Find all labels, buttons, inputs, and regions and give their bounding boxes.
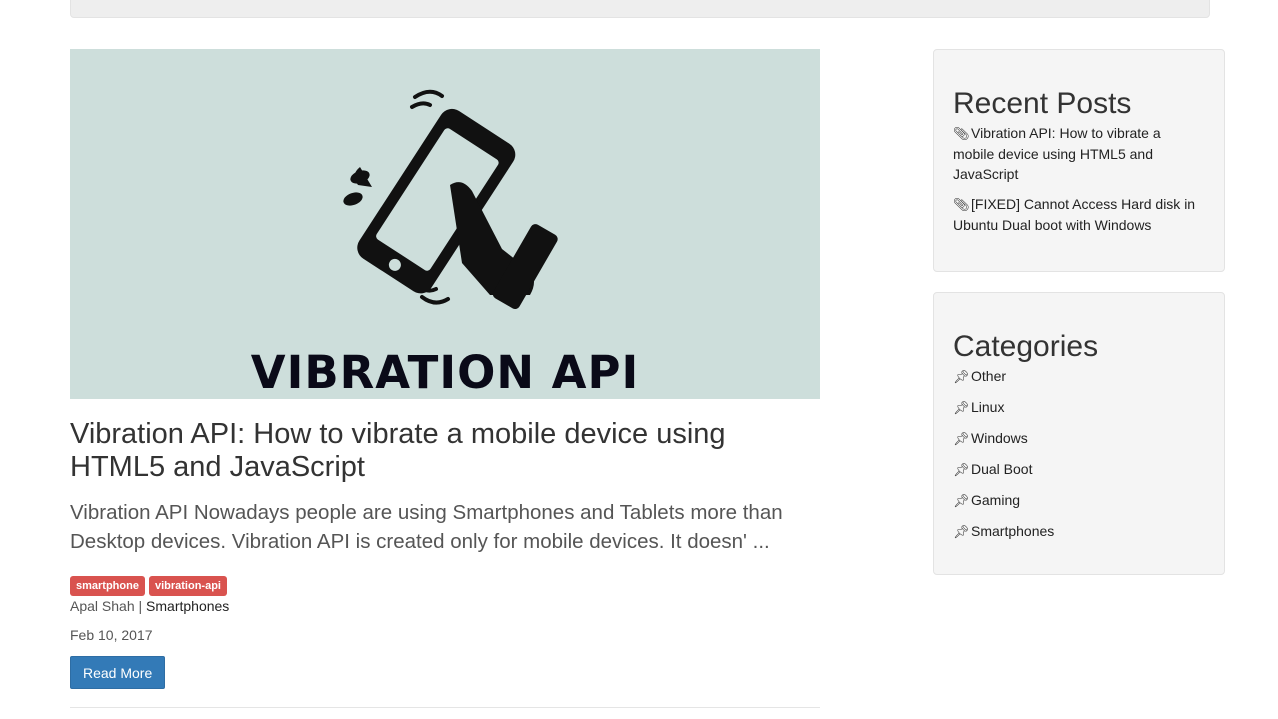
category-item-gaming[interactable]: 📌︎Gaming bbox=[953, 490, 1205, 511]
paperclip-icon: 📎︎ bbox=[953, 126, 970, 141]
category-link[interactable]: Gaming bbox=[971, 492, 1020, 508]
category-link[interactable]: Dual Boot bbox=[971, 461, 1032, 477]
post-author: Apal Shah bbox=[70, 598, 135, 614]
tag-smartphone[interactable]: smartphone bbox=[70, 576, 145, 596]
top-navbar bbox=[70, 0, 1210, 18]
pushpin-icon: 📌︎ bbox=[953, 400, 970, 415]
pushpin-icon: 📌︎ bbox=[953, 369, 970, 384]
post-date: Feb 10, 2017 bbox=[70, 627, 153, 643]
read-more-button[interactable]: Read More bbox=[70, 656, 166, 689]
recent-posts-title: Recent Posts bbox=[953, 87, 1132, 120]
recent-post-link[interactable]: Vibration API: How to vibrate a mobile d… bbox=[953, 125, 1161, 182]
pushpin-icon: 📌︎ bbox=[953, 431, 970, 446]
category-item-smartphones[interactable]: 📌︎Smartphones bbox=[953, 521, 1205, 542]
category-link[interactable]: Smartphones bbox=[971, 523, 1054, 539]
category-item-dual-boot[interactable]: 📌︎Dual Boot bbox=[953, 459, 1205, 480]
post-title[interactable]: Vibration API: How to vibrate a mobile d… bbox=[70, 418, 820, 484]
pushpin-icon: 📌︎ bbox=[953, 462, 970, 477]
category-item-windows[interactable]: 📌︎Windows bbox=[953, 428, 1205, 449]
recent-post-item[interactable]: 📎︎[FIXED] Cannot Access Hard disk in Ubu… bbox=[953, 194, 1205, 235]
paperclip-icon: 📎︎ bbox=[953, 197, 970, 212]
post-category-link[interactable]: Smartphones bbox=[146, 598, 229, 614]
tag-vibration-api[interactable]: vibration-api bbox=[148, 576, 227, 596]
meta-separator: | bbox=[138, 598, 143, 614]
category-link[interactable]: Windows bbox=[971, 430, 1028, 446]
recent-post-link[interactable]: [FIXED] Cannot Access Hard disk in Ubunt… bbox=[953, 196, 1195, 233]
categories-title: Categories bbox=[953, 330, 1099, 363]
recent-posts-widget: Recent Posts 📎︎Vibration API: How to vib… bbox=[933, 49, 1225, 272]
post-excerpt: Vibration API Nowadays people are using … bbox=[70, 501, 783, 553]
post-featured-image[interactable]: VIBRATION API bbox=[70, 49, 820, 399]
post-card: VIBRATION API Vibration API: How to vibr… bbox=[70, 49, 820, 689]
pushpin-icon: 📌︎ bbox=[953, 524, 970, 539]
pushpin-icon: 📌︎ bbox=[953, 493, 970, 508]
category-item-other[interactable]: 📌︎Other bbox=[953, 366, 1205, 387]
categories-widget: Categories 📌︎Other 📌︎Linux 📌︎Windows 📌︎D… bbox=[933, 292, 1225, 575]
recent-post-item[interactable]: 📎︎Vibration API: How to vibrate a mobile… bbox=[953, 123, 1205, 184]
category-item-linux[interactable]: 📌︎Linux bbox=[953, 397, 1205, 418]
category-link[interactable]: Linux bbox=[971, 399, 1004, 415]
image-caption: VIBRATION API bbox=[250, 346, 640, 399]
post-meta: Apal Shah | Smartphones bbox=[70, 597, 820, 615]
post-divider bbox=[70, 707, 820, 708]
tag-list: smartphone vibration-api bbox=[70, 576, 820, 596]
category-link[interactable]: Other bbox=[971, 368, 1006, 384]
